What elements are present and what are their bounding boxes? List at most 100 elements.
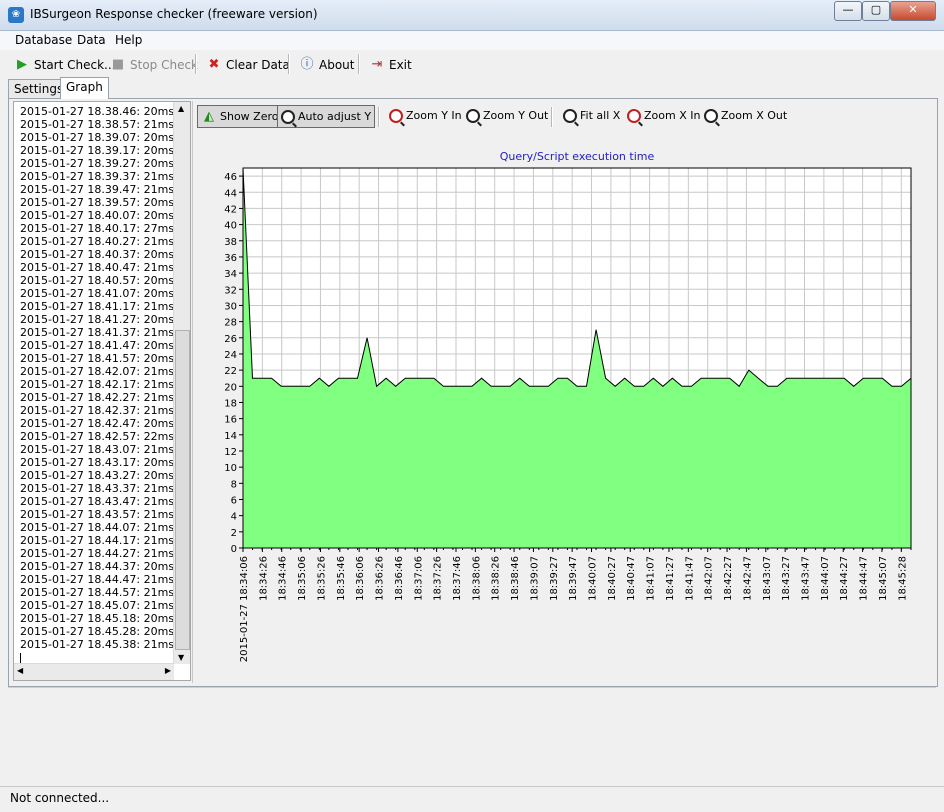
y-tick-label: 20	[224, 382, 237, 393]
y-tick-label: 6	[231, 495, 237, 506]
x-tick-label: 18:35:26	[316, 556, 327, 601]
zoom-out-icon	[466, 108, 480, 123]
close-button[interactable]: ✕	[890, 1, 936, 21]
y-tick-label: 26	[224, 334, 237, 345]
x-tick-label: 18:39:07	[529, 556, 540, 601]
zoom-y-out-label: Zoom Y Out	[483, 109, 549, 122]
clear-data-button[interactable]: ✖ Clear Data	[206, 55, 290, 75]
log-entry: 2015-01-27 18.43.17: 20ms	[20, 456, 175, 469]
y-tick-label: 22	[224, 366, 237, 377]
graph-area: ◭ Show Zero Auto adjust Y Zoom Y In Zoom…	[192, 101, 937, 683]
log-entry: 2015-01-27 18.40.17: 27ms	[20, 222, 175, 235]
log-entry: 2015-01-27 18.41.07: 20ms	[20, 287, 175, 300]
show-zero-button[interactable]: ◭ Show Zero	[197, 105, 283, 128]
log-entry: 2015-01-27 18.39.07: 20ms	[20, 131, 175, 144]
status-bar: Not connected...	[0, 786, 944, 812]
about-button[interactable]: ⓘ About	[299, 55, 354, 75]
app-logo-icon: ❀	[8, 7, 24, 23]
log-entry: 2015-01-27 18.41.57: 20ms	[20, 352, 175, 365]
log-entry: 2015-01-27 18.40.07: 20ms	[20, 209, 175, 222]
toolbar-separator	[288, 54, 290, 74]
log-vertical-scrollbar[interactable]: ▲ ▼	[173, 102, 190, 664]
x-tick-label: 18:41:47	[684, 556, 695, 601]
scroll-right-icon[interactable]: ▶	[165, 666, 171, 675]
scroll-down-icon[interactable]: ▼	[178, 653, 184, 662]
x-tick-label: 18:37:26	[433, 556, 444, 601]
log-entry: 2015-01-27 18.39.17: 20ms	[20, 144, 175, 157]
log-scroll-thumb[interactable]	[175, 330, 190, 650]
y-tick-label: 40	[224, 221, 237, 232]
window-title: IBSurgeon Response checker (freeware ver…	[30, 7, 318, 21]
x-tick-label: 18:37:46	[452, 556, 463, 601]
stop-check-button[interactable]: ■ Stop Check	[110, 55, 198, 75]
log-entry: 2015-01-27 18.39.47: 21ms	[20, 183, 175, 196]
x-tick-label: 2015-01-27 18:34:06	[239, 556, 250, 662]
zoom-x-in-label: Zoom X In	[644, 109, 701, 122]
zoom-y-in-button[interactable]: Zoom Y In	[389, 105, 462, 126]
tab-graph[interactable]: Graph	[60, 77, 109, 99]
response-log-list[interactable]: 2015-01-27 18.38.46: 20ms 2015-01-27 18.3…	[13, 101, 191, 681]
toolbar-separator	[358, 54, 360, 74]
x-tick-label: 18:40:07	[588, 556, 599, 601]
log-entry: 2015-01-27 18.43.27: 20ms	[20, 469, 175, 482]
x-tick-label: 18:42:47	[742, 556, 753, 601]
x-tick-label: 18:44:07	[820, 556, 831, 601]
log-entry: 2015-01-27 18.39.37: 21ms	[20, 170, 175, 183]
log-entry: 2015-01-27 18.38.57: 21ms	[20, 118, 175, 131]
log-entry: 2015-01-27 18.43.37: 21ms	[20, 482, 175, 495]
x-tick-label: 18:44:27	[839, 556, 850, 601]
x-tick-label: 18:40:47	[626, 556, 637, 601]
menu-help[interactable]: Help	[115, 33, 142, 47]
log-entry: 2015-01-27 18.43.57: 21ms	[20, 508, 175, 521]
auto-adjust-y-label: Auto adjust Y	[298, 110, 372, 123]
y-tick-label: 36	[224, 253, 237, 264]
minimize-button[interactable]: —	[834, 1, 862, 21]
y-tick-label: 12	[224, 447, 237, 458]
connection-status: Not connected...	[10, 791, 110, 805]
exit-button[interactable]: ⇥ Exit	[369, 55, 412, 75]
maximize-button[interactable]: ▢	[862, 1, 890, 21]
x-tick-label: 18:42:27	[723, 556, 734, 601]
y-tick-label: 14	[224, 431, 237, 442]
zoom-y-in-label: Zoom Y In	[406, 109, 462, 122]
zoom-x-in-button[interactable]: Zoom X In	[627, 105, 700, 126]
title-bar: ❀ IBSurgeon Response checker (freeware v…	[0, 0, 944, 31]
log-entry: 2015-01-27 18.40.47: 21ms	[20, 261, 175, 274]
start-check-button[interactable]: ▶ Start Check...	[14, 55, 116, 75]
y-tick-label: 42	[224, 204, 237, 215]
clear-x-icon: ✖	[208, 57, 220, 72]
y-tick-label: 2	[231, 528, 237, 539]
zoom-y-out-button[interactable]: Zoom Y Out	[466, 105, 548, 126]
exit-label: Exit	[389, 58, 412, 72]
scroll-left-icon[interactable]: ◀	[17, 666, 23, 675]
log-entry: 2015-01-27 18.45.28: 20ms	[20, 625, 175, 638]
y-tick-label: 18	[224, 398, 237, 409]
y-tick-label: 46	[224, 172, 237, 183]
lower-pane	[8, 687, 936, 784]
y-tick-label: 8	[231, 479, 237, 490]
log-entry: 2015-01-27 18.45.38: 21ms	[20, 638, 175, 651]
x-tick-label: 18:36:26	[375, 556, 386, 601]
show-zero-label: Show Zero	[220, 110, 279, 123]
x-tick-label: 18:41:27	[665, 556, 676, 601]
log-entry: 2015-01-27 18.43.07: 21ms	[20, 443, 175, 456]
graph-toolbar-separator	[551, 107, 553, 127]
menu-database[interactable]: Database	[15, 33, 72, 47]
log-entry: 2015-01-27 18.45.18: 20ms	[20, 612, 175, 625]
stop-check-label: Stop Check	[130, 58, 199, 72]
graph-panel: 2015-01-27 18.38.46: 20ms 2015-01-27 18.3…	[8, 98, 938, 687]
log-entry: 2015-01-27 18.44.27: 21ms	[20, 547, 175, 560]
log-entry: 2015-01-27 18.41.27: 20ms	[20, 313, 175, 326]
x-tick-label: 18:34:26	[258, 556, 269, 601]
x-tick-label: 18:40:27	[607, 556, 618, 601]
auto-adjust-y-button[interactable]: Auto adjust Y	[277, 105, 376, 128]
scroll-up-icon[interactable]: ▲	[178, 104, 184, 113]
fit-all-x-button[interactable]: Fit all X	[563, 105, 620, 126]
log-entry: 2015-01-27 18.40.37: 20ms	[20, 248, 175, 261]
log-entry: 2015-01-27 18.44.57: 21ms	[20, 586, 175, 599]
log-horizontal-scrollbar[interactable]: ◀ ▶	[14, 663, 174, 680]
x-tick-label: 18:38:06	[471, 556, 482, 601]
x-tick-label: 18:42:07	[704, 556, 715, 601]
menu-data[interactable]: Data	[77, 33, 106, 47]
zoom-x-out-button[interactable]: Zoom X Out	[704, 105, 787, 126]
